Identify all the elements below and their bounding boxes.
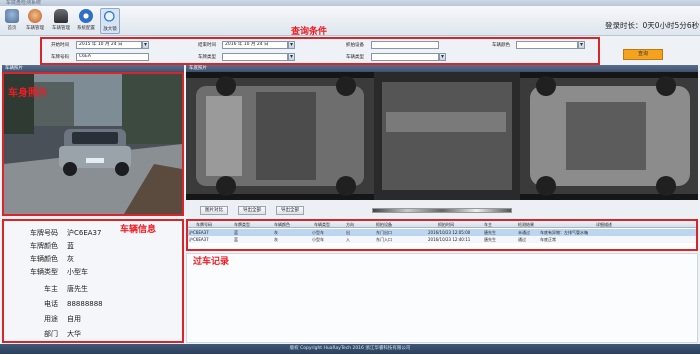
start-time-label: 开始时间: [51, 43, 69, 48]
toolbar-settings-button[interactable]: 系统配置: [76, 8, 96, 34]
toolbar-vehicle-button[interactable]: 车辆管理: [51, 8, 71, 34]
plate-number-label: 车牌号码: [51, 55, 69, 60]
column-header[interactable]: 车辆类型: [314, 221, 330, 228]
plate-number-input[interactable]: C6EA: [76, 53, 149, 61]
column-header[interactable]: 详细描述: [596, 221, 612, 228]
under-vehicle-image: [186, 72, 698, 200]
car-type-dropdown[interactable]: [439, 53, 446, 61]
column-header[interactable]: 抓拍设备: [376, 221, 392, 228]
toolbar-magnifier-button[interactable]: 放大镜: [100, 8, 120, 34]
end-time-input[interactable]: 2016 年 10 月 24 日: [222, 41, 288, 49]
car-photo-header: 车辆照片: [2, 65, 184, 72]
plate-type-input[interactable]: [222, 53, 288, 61]
car-type-input[interactable]: [371, 53, 439, 61]
table-row[interactable]: 沪C6EA37 蓝 灰 小型车 出 东门出口 2016/10/23 12:05:…: [188, 229, 696, 236]
under-vehicle-photo[interactable]: [186, 72, 698, 200]
end-time-dropdown[interactable]: [288, 41, 295, 49]
start-time-input[interactable]: 2015 年 10 月 24 日: [76, 41, 142, 49]
home-icon: [5, 9, 19, 23]
under-photo-header: 车底照片: [186, 65, 698, 72]
photo-thumbnail-strip[interactable]: [372, 208, 512, 213]
annotation-query: 查询条件: [291, 27, 328, 37]
vehicle-color-dropdown[interactable]: [578, 41, 585, 49]
car-manage-icon: [28, 9, 42, 23]
info-row: 车牌颜色蓝: [30, 242, 74, 250]
search-button[interactable]: 查询: [623, 49, 663, 60]
device-input[interactable]: [371, 41, 439, 49]
compare-photos-button[interactable]: 图片对比: [200, 206, 228, 215]
status-bar: 版权 Copyright HuaRayTech 2016 浙江华睿科技有限公司: [0, 344, 700, 354]
column-header[interactable]: 抓拍时间: [438, 221, 454, 228]
column-header[interactable]: 检测结果: [518, 221, 534, 228]
info-row: 用途 自用: [44, 315, 81, 323]
info-row: 车辆颜色灰: [30, 255, 74, 263]
info-row: 车辆类型 小型车: [30, 268, 88, 276]
annotation-car-photo: 车身照片: [8, 88, 48, 99]
column-header[interactable]: 车辆颜色: [274, 221, 290, 228]
records-header: 车牌号码 车牌类型 车辆颜色 车辆类型 方向 抓拍设备 抓拍时间 车主 检测结果…: [188, 221, 696, 228]
gear-icon: [79, 9, 93, 23]
vehicle-color-label: 车辆颜色: [492, 43, 510, 48]
end-time-label: 结束时间: [198, 43, 216, 48]
car-type-label: 车辆类型: [346, 55, 364, 60]
start-time-dropdown[interactable]: [142, 41, 149, 49]
table-row[interactable]: 沪C6EA37 蓝 灰 小型车 入 东门入口 2016/10/23 12:40:…: [188, 236, 696, 243]
info-row: 车主 唐先生: [44, 285, 88, 293]
toolbar-car-manage-button[interactable]: 车辆管理: [25, 8, 45, 34]
export-all-button-1[interactable]: 导出全部: [238, 206, 266, 215]
plate-type-label: 车牌类型: [198, 55, 216, 60]
device-label: 抓拍设备: [346, 43, 364, 48]
vehicle-info-panel: 车牌号码 沪C6EA37 车牌颜色蓝 车辆颜色灰 车辆类型 小型车 车主 唐先生 电话…: [2, 219, 184, 343]
query-panel: 开始时间 2015 年 10 月 24 日 结束时间 2016 年 10 月 2…: [40, 37, 600, 65]
magnifier-icon: [103, 10, 117, 24]
toolbar: 首页 车辆管理 车辆管理 系统配置 放大镜 登录时长：0天0小时5分6秒: [0, 6, 700, 36]
info-row: 部门 大华: [44, 330, 81, 338]
column-header[interactable]: 车牌号码: [196, 221, 212, 228]
records-empty-area: [186, 253, 698, 343]
info-row: 电话 88888888: [44, 300, 103, 308]
plate-type-dropdown[interactable]: [288, 53, 295, 61]
export-all-button-2[interactable]: 导出全部: [276, 206, 304, 215]
column-header[interactable]: 车牌类型: [234, 221, 250, 228]
vehicle-icon: [54, 9, 68, 23]
column-header[interactable]: 车主: [484, 221, 492, 228]
toolbar-home-button[interactable]: 首页: [2, 8, 22, 34]
annotation-pass-records: 过车记录: [193, 257, 230, 267]
column-header[interactable]: 方向: [346, 221, 354, 228]
annotation-vehicle-info: 车辆信息: [120, 225, 157, 235]
login-duration: 登录时长：0天0小时5分6秒: [605, 21, 700, 30]
app-window: 车底盘检测系统 首页 车辆管理 车辆管理 系统配置 放大镜 登录时长：0天0小时…: [0, 0, 700, 354]
pass-records-table: 车牌号码 车牌类型 车辆颜色 车辆类型 方向 抓拍设备 抓拍时间 车主 检测结果…: [186, 219, 698, 251]
vehicle-color-input[interactable]: [516, 41, 578, 49]
